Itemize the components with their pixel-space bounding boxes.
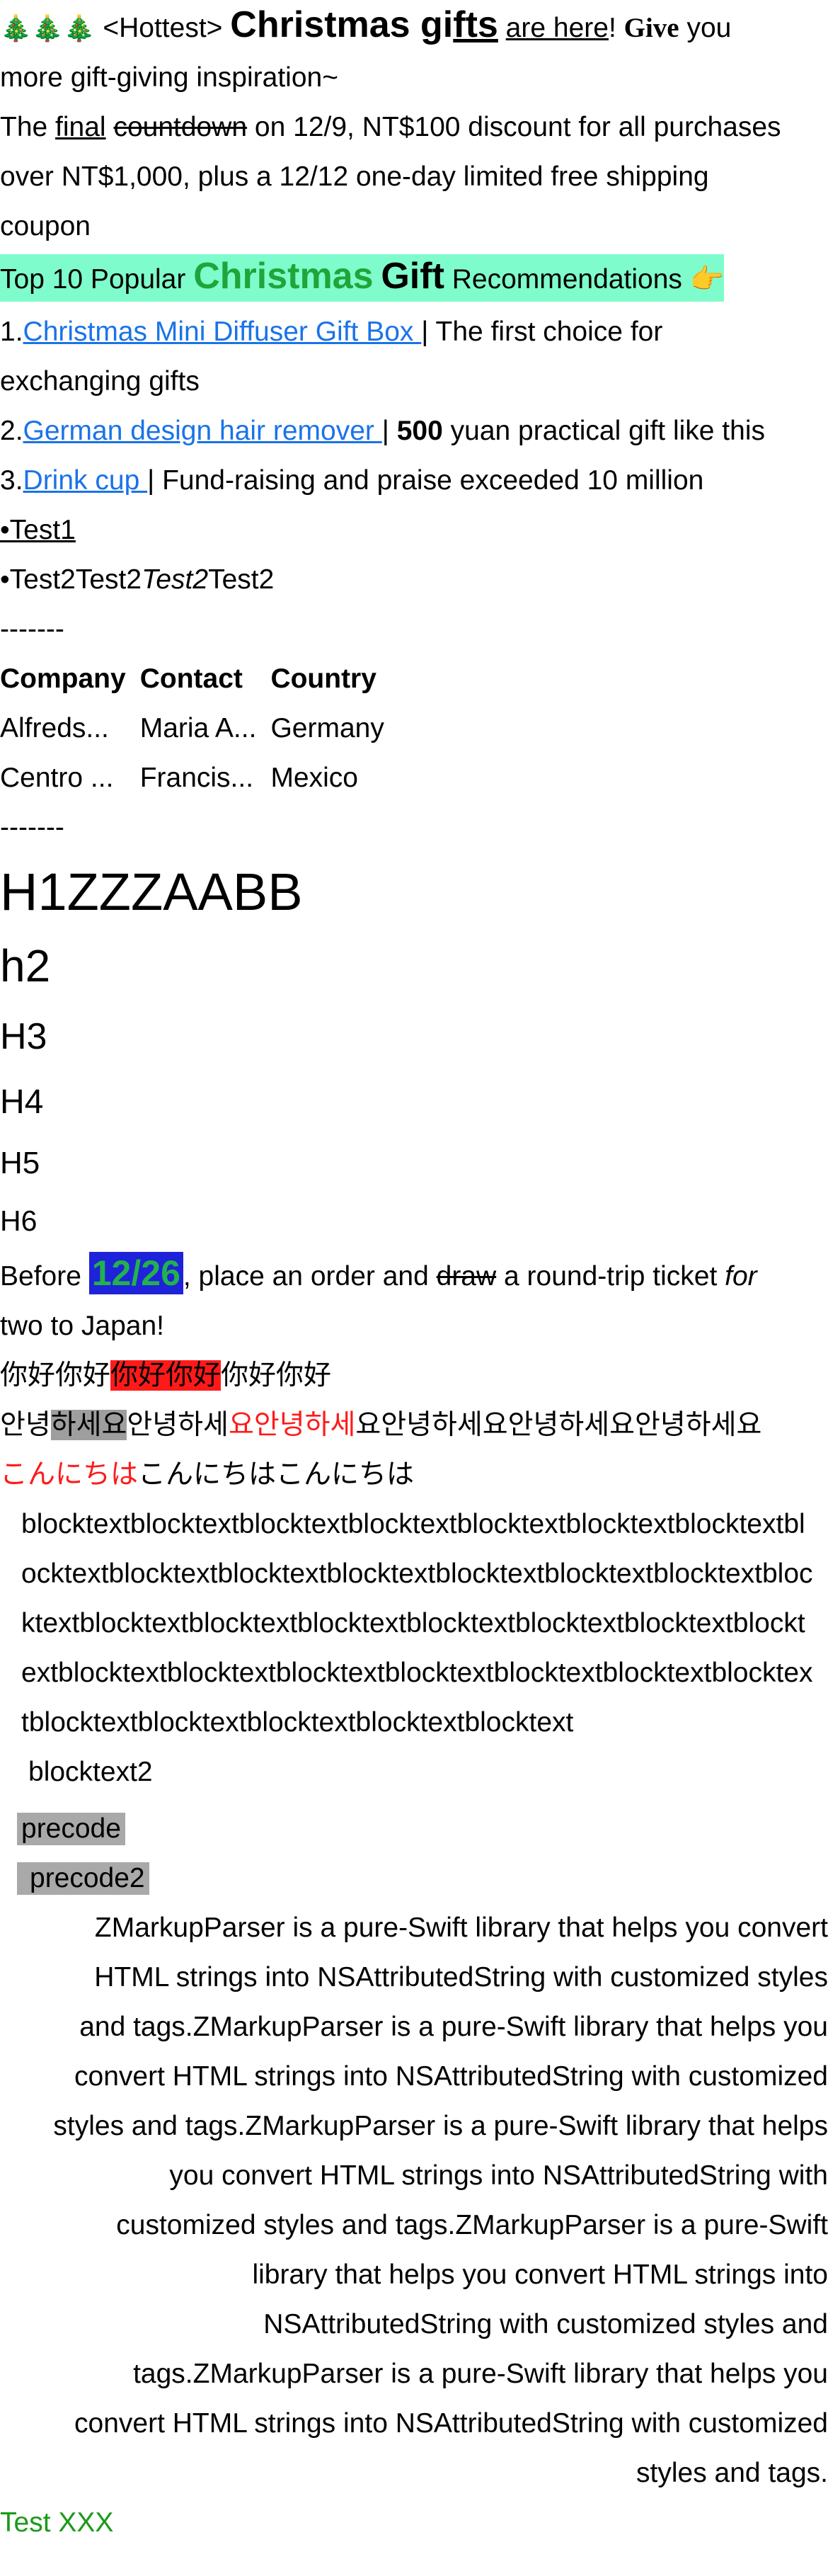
promo-line-2: over NT$1,000, plus a 12/12 one-day limi… — [0, 161, 709, 192]
table-cell: Mexico — [270, 763, 358, 793]
table-header: Company — [0, 663, 126, 694]
precode-block: precode precode2 — [0, 1804, 828, 1903]
divider: ------- — [0, 614, 64, 644]
japanese-line: こんにちはこんにちはこんにちは — [0, 1459, 415, 1490]
chinese-red-highlight: 你好你好 — [110, 1360, 222, 1391]
blocktext-block: blocktextblocktextblocktextblocktextbloc… — [21, 1509, 813, 1738]
paragraph-line: ZMarkupParser is a pure-Swift library th… — [94, 1913, 828, 1943]
before-line-1: Before 12/26, place an order and draw a … — [0, 1252, 757, 1294]
list-item: 2.German design hair remover | 500 yuan … — [0, 416, 765, 446]
header-line-2: more gift-giving inspiration~ — [0, 62, 338, 93]
blocktext2-block: blocktext2 — [28, 1757, 153, 1787]
table-row: Centro ... Francis... Mexico — [0, 753, 398, 803]
christmas-tree-icon: 🎄🎄🎄 — [0, 13, 96, 42]
final-text: final — [55, 112, 106, 142]
right-aligned-paragraph: ZMarkupParser is a pure-Swift library th… — [0, 1903, 828, 2498]
link-hair-remover[interactable]: German design hair remover — [23, 416, 382, 446]
paragraph-line: library that helps you convert HTML stri… — [252, 2259, 828, 2290]
countdown-text: countdown — [113, 112, 248, 142]
paragraph-line: NSAttributedString with customized style… — [263, 2309, 828, 2340]
link-diffuser-gift-box[interactable]: Christmas Mini Diffuser Gift Box — [23, 317, 422, 347]
date-highlight: 12/26 — [88, 1252, 183, 1294]
before-line-2: two to Japan! — [0, 1311, 164, 1341]
chinese-line: 你好你好你好你好你好你好 — [0, 1360, 332, 1391]
paragraph-line: convert HTML strings into NSAttributedSt… — [74, 2408, 828, 2439]
give-text: Give — [623, 13, 679, 43]
table-cell: Centro ... — [0, 763, 114, 793]
heading-h1: H1ZZZAABB — [0, 862, 303, 921]
heading-h6: H6 — [0, 1204, 38, 1237]
are-here-text: are here — [505, 13, 609, 43]
korean-line: 안녕하세요안녕하세요안녕하세요안녕하세요안녕하세요안녕하세요 — [0, 1410, 762, 1440]
paragraph-line: customized styles and tags.ZMarkupParser… — [116, 2210, 828, 2240]
footer-test-text: Test XXX — [0, 2507, 114, 2538]
table-cell: Francis... — [139, 763, 254, 793]
divider: ------- — [0, 812, 64, 843]
table-cell: Germany — [270, 713, 384, 743]
promo-line-3: coupon — [0, 211, 91, 241]
company-table: Company Contact Country Alfreds... Maria… — [0, 654, 398, 803]
top10-heading: Top 10 Popular Christmas Gift Recommenda… — [0, 254, 828, 304]
paragraph-line: convert HTML strings into NSAttributedSt… — [74, 2061, 828, 2092]
heading-h5: H5 — [0, 1146, 40, 1180]
japanese-red-text: こんにちは — [0, 1459, 139, 1490]
paragraph-line: styles and tags. — [636, 2458, 828, 2488]
page: 🎄🎄🎄 <Hottest> Christmas gifts are here! … — [0, 0, 828, 2548]
christmas-green-text: Christmas — [193, 256, 374, 297]
table-header: Contact — [139, 663, 243, 694]
top10-highlight: Top 10 Popular Christmas Gift Recommenda… — [0, 254, 725, 302]
bullet-test2: •Test2Test2Test2Test2 — [0, 564, 275, 595]
list-item-continuation: exchanging gifts — [0, 366, 200, 397]
hottest-tag: <Hottest> — [103, 13, 223, 43]
korean-red-text: 요안녕하세 — [228, 1410, 356, 1440]
paragraph-line: styles and tags.ZMarkupParser is a pure-… — [53, 2111, 828, 2141]
table-header: Country — [270, 663, 376, 694]
bullet-test1: •Test1 — [0, 515, 76, 545]
heading-h2: h2 — [0, 940, 51, 991]
table-cell: Maria A... — [139, 713, 257, 743]
fts-text: fts — [453, 4, 498, 45]
list-item: 3.Drink cup | Fund-raising and praise ex… — [0, 465, 704, 496]
list-item: 1.Christmas Mini Diffuser Gift Box | The… — [0, 317, 663, 347]
precode-text: precode — [17, 1813, 125, 1845]
promo-line-1: The final countdown on 12/9, NT$100 disc… — [0, 112, 781, 142]
heading-h4: H4 — [0, 1083, 44, 1121]
link-drink-cup[interactable]: Drink cup — [23, 465, 148, 496]
heading-h3: H3 — [0, 1016, 47, 1057]
gift-text: Gift — [381, 256, 444, 297]
paragraph-line: tags.ZMarkupParser is a pure-Swift libra… — [133, 2359, 828, 2389]
table-row: Alfreds... Maria A... Germany — [0, 704, 398, 753]
paragraph-line: HTML strings into NSAttributedString wit… — [94, 1962, 828, 1993]
christmas-gi-text: Christmas gi — [230, 4, 454, 45]
paragraph-line: you convert HTML strings into NSAttribut… — [169, 2160, 828, 2191]
paragraph-line: and tags.ZMarkupParser is a pure-Swift l… — [79, 2012, 828, 2042]
draw-text: draw — [436, 1261, 497, 1292]
precode2-text: precode2 — [17, 1862, 149, 1895]
header-line-1: 🎄🎄🎄 <Hottest> Christmas gifts are here! … — [0, 4, 732, 45]
table-header-row: Company Contact Country — [0, 654, 398, 704]
korean-gray-highlight: 하세요 — [50, 1410, 127, 1440]
table-cell: Alfreds... — [0, 713, 109, 743]
